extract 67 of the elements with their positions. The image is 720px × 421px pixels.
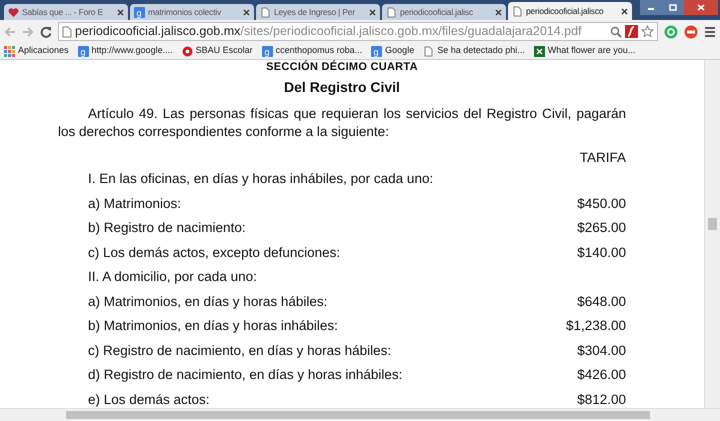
fee-amount: $812.00 <box>577 390 626 409</box>
g-icon: g <box>78 46 89 56</box>
fee-label: b) Registro de nacimiento: <box>88 219 246 238</box>
bookmark[interactable]: g Google <box>371 44 414 58</box>
address-bar[interactable]: periodicooficial.jalisco.gob.mx/sites/periodicooficial.jalisco.gob.mx/files/guadalajara2014.pdf <box>58 22 658 41</box>
page-icon <box>512 6 523 16</box>
bookmark[interactable]: SBAU Escolar <box>182 44 253 58</box>
horizontal-scrollbar[interactable] <box>0 408 720 421</box>
maximize-icon[interactable] <box>662 0 684 15</box>
section-heading: SECCIÓN DÉCIMO CUARTA <box>265 61 419 73</box>
article-paragraph: Artículo 49. Las personas físicas que requieran los servicios del Registro Civil, pagarán los derechos correspondientes conforme a la siguiente: <box>58 105 626 141</box>
zoom-icon[interactable] <box>610 26 622 38</box>
g-icon: g <box>371 46 382 56</box>
star-icon[interactable] <box>641 25 654 38</box>
flash-icon[interactable] <box>625 25 638 38</box>
fee-label: b) Matrimonios, en días y horas inhábiles: <box>88 317 338 336</box>
page-icon <box>423 46 434 56</box>
fee-amount: $450.00 <box>577 194 626 213</box>
bookmark[interactable]: Aplicaciones <box>4 44 69 58</box>
apps-icon <box>4 46 15 56</box>
document-title: Del Registro Civil <box>283 79 401 96</box>
tab[interactable]: Sabías que ... - Foro E <box>4 4 128 20</box>
fee-amount: $648.00 <box>577 292 626 311</box>
url-host: periodicooficial.jalisco.gob.mx <box>75 23 240 40</box>
fee-label: a) Matrimonios, en días y horas hábiles: <box>88 292 328 311</box>
bookmark[interactable]: What flower are you... <box>534 44 636 58</box>
adblock-icon[interactable] <box>684 24 698 38</box>
fee-label: c) Registro de nacimiento, en días y horas hábiles: <box>88 342 392 360</box>
fee-label: e) Los demás actos: <box>88 390 210 409</box>
g-icon: g <box>262 46 273 56</box>
close-icon[interactable] <box>495 8 502 16</box>
bookmark[interactable]: Se ha detectado phi... <box>423 44 525 58</box>
column-header: TARIFA <box>578 149 626 167</box>
page-icon <box>386 6 397 18</box>
fee-amount: $265.00 <box>577 219 626 238</box>
page-icon <box>260 6 271 18</box>
tab[interactable]: periodicooficial.jalisc <box>382 4 506 20</box>
spreadsheet-icon <box>534 46 545 56</box>
fee-amount: $1,238.00 <box>566 317 626 336</box>
bookmark[interactable]: g http://www.google.... <box>78 44 173 58</box>
section-label: II. A domicilio, por cada uno: <box>88 268 257 286</box>
vertical-scrollbar[interactable] <box>704 60 720 408</box>
fee-amount: $304.00 <box>577 342 626 360</box>
minimize-icon[interactable] <box>640 0 662 15</box>
fee-label: d) Registro de nacimiento, en días y horas inhábiles: <box>88 366 402 384</box>
close-icon[interactable] <box>243 8 250 16</box>
close-icon[interactable] <box>621 8 628 14</box>
tab[interactable]: periodicooficial.jalisco <box>508 2 632 20</box>
close-icon[interactable] <box>117 8 124 16</box>
close-icon[interactable] <box>369 8 376 16</box>
badge-icon <box>182 46 193 56</box>
fee-label: c) Los demás actos, excepto defunciones: <box>88 244 340 262</box>
tab[interactable]: g matrimonios colectiv <box>130 4 254 20</box>
extension-icon[interactable] <box>664 24 678 38</box>
bookmark[interactable]: g ccenthopomus roba... <box>262 44 362 58</box>
menu-icon[interactable] <box>704 26 716 38</box>
heart-icon <box>8 6 19 18</box>
reload-icon[interactable] <box>40 26 52 38</box>
close-icon[interactable] <box>684 0 718 15</box>
fee-label: a) Matrimonios: <box>88 194 182 213</box>
page-icon <box>62 26 72 38</box>
url-path: /sites/periodicooficial.jalisco.gob.mx/files/guadalajara2014.pdf <box>240 23 583 40</box>
fee-amount: $140.00 <box>577 244 626 262</box>
tab[interactable]: Leyes de Ingreso | Per <box>256 4 380 20</box>
fee-amount: $426.00 <box>577 366 626 384</box>
section-label: I. En las oficinas, en días y horas inhábiles, por cada uno: <box>88 170 434 188</box>
g-icon: g <box>134 6 145 18</box>
